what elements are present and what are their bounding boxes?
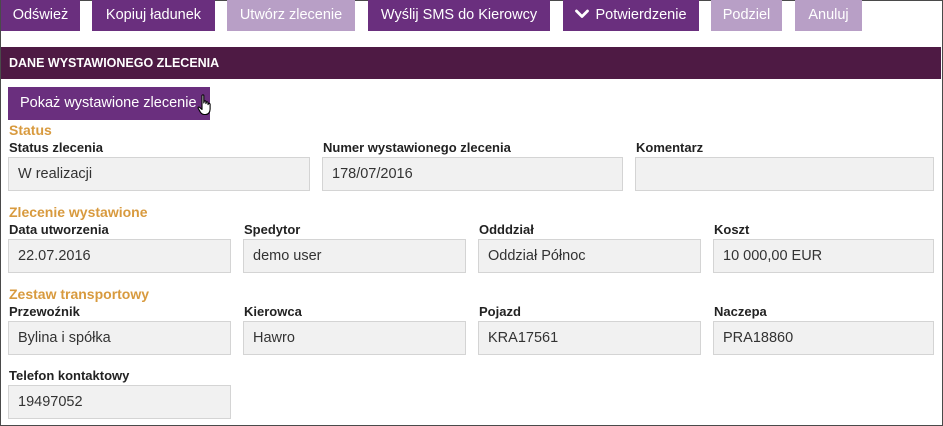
carrier-field: Bylina i spółka <box>8 321 231 355</box>
cost-field: 10 000,00 EUR <box>713 239 934 273</box>
driver-field: Hawro <box>243 321 466 355</box>
copy-load-button[interactable]: Kopiuj ładunek <box>92 0 215 31</box>
show-issued-order-button[interactable]: Pokaż wystawione zlecenie <box>8 87 210 120</box>
forwarder-label: Spedytor <box>244 222 301 237</box>
split-button[interactable]: Podziel <box>711 0 782 31</box>
phone-label: Telefon kontaktowy <box>9 368 130 383</box>
comment-label: Komentarz <box>636 140 704 155</box>
hand-pointer-icon <box>197 94 211 116</box>
carrier-label: Przewoźnik <box>9 304 80 319</box>
comment-field <box>635 157 934 191</box>
driver-label: Kierowca <box>244 304 302 319</box>
vehicle-label: Pojazd <box>479 304 521 319</box>
issued-group-title: Zlecenie wystawione <box>9 204 148 220</box>
phone-field: 19497052 <box>8 385 231 419</box>
order-status-field: W realizacji <box>8 157 310 191</box>
refresh-button[interactable]: Odśwież <box>1 0 80 31</box>
order-status-label: Status zlecenia <box>9 140 103 155</box>
branch-field: Oddział Północ <box>478 239 701 273</box>
order-number-field: 178/07/2016 <box>322 157 623 191</box>
forwarder-field: demo user <box>243 239 466 273</box>
confirmation-label: Potwierdzenie <box>595 7 687 23</box>
chevron-down-icon <box>575 9 590 18</box>
order-number-label: Numer wystawionego zlecenia <box>323 140 511 155</box>
created-date-field: 22.07.2016 <box>8 239 231 273</box>
send-sms-button[interactable]: Wyślij SMS do Kierowcy <box>368 0 550 31</box>
branch-label: Odddział <box>479 222 534 237</box>
status-group-title: Status <box>9 122 52 138</box>
trailer-field: PRA18860 <box>713 321 934 355</box>
transport-group-title: Zestaw transportowy <box>9 286 150 302</box>
cancel-button[interactable]: Anuluj <box>795 0 862 31</box>
create-order-button[interactable]: Utwórz zlecenie <box>227 0 355 31</box>
created-date-label: Data utworzenia <box>9 222 109 237</box>
section-header: DANE WYSTAWIONEGO ZLECENIA <box>1 47 941 79</box>
cost-label: Koszt <box>714 222 750 237</box>
trailer-label: Naczepa <box>714 304 767 319</box>
confirmation-button[interactable]: Potwierdzenie <box>563 0 699 31</box>
vehicle-field: KRA17561 <box>478 321 701 355</box>
